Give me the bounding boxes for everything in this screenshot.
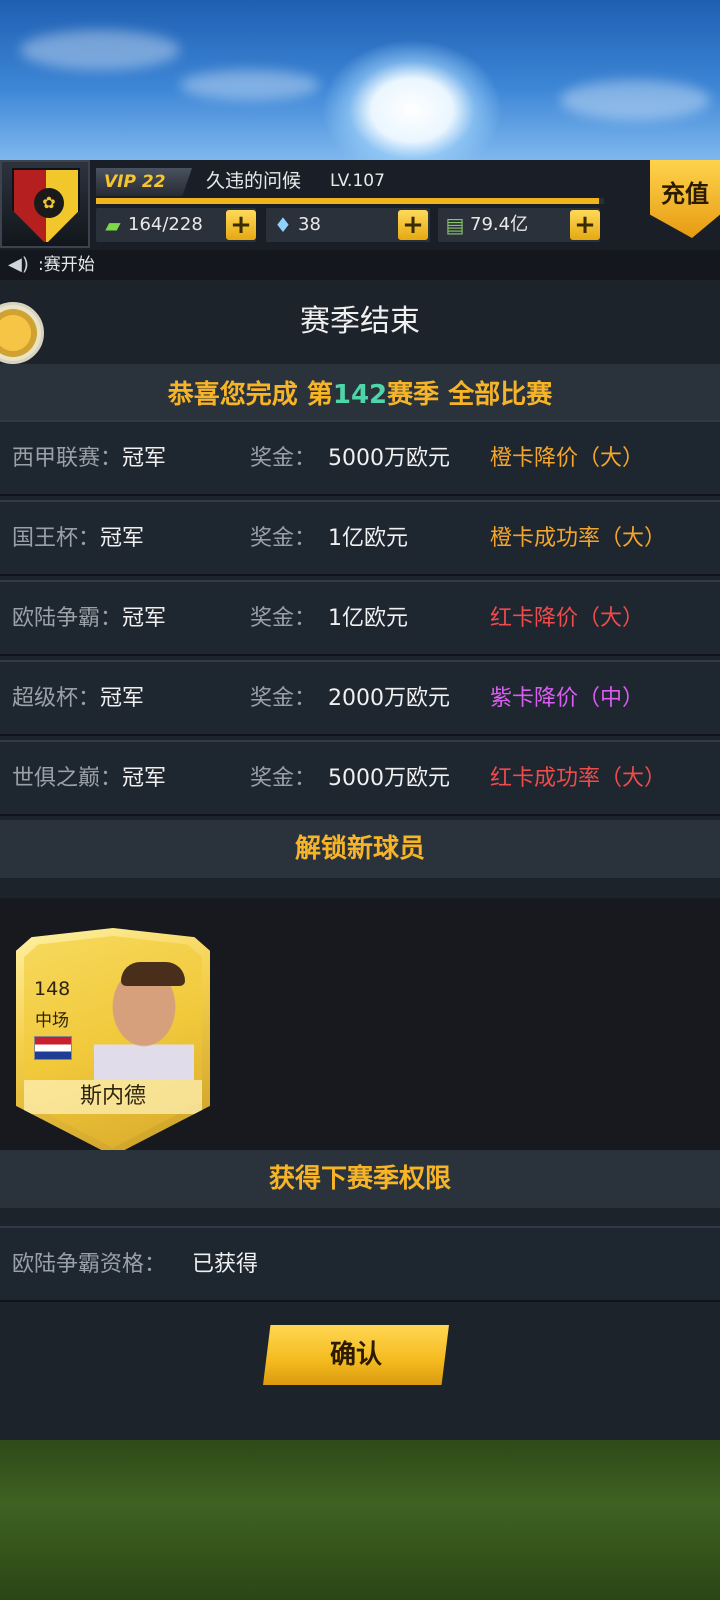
result-row: 国王杯：冠军 奖金： 1亿欧元 橙卡成功率（大）: [0, 500, 720, 576]
league-result: 冠军: [122, 606, 167, 631]
top-status-bar: ✿ VIP 22 久违的问候 LV.107 ▰ 164/228 + ♦ 38 +…: [0, 160, 720, 250]
xp-bar: [96, 198, 604, 204]
prize-amount: 2000万欧元: [328, 686, 450, 711]
panel-title: 赛季结束: [300, 304, 420, 339]
league-result: 冠军: [122, 766, 167, 791]
reward-text: 红卡成功率（大）: [490, 766, 667, 791]
reward-text: 橙卡降价（大）: [490, 446, 645, 471]
player-level: LV.107: [330, 171, 385, 191]
confirm-button[interactable]: 确认: [263, 1325, 449, 1385]
permission-label: 欧陆争霸资格：: [12, 1252, 167, 1277]
permission-heading: 获得下赛季权限: [0, 1150, 720, 1208]
club-badge-icon: ✿: [12, 168, 80, 244]
add-money-button[interactable]: +: [570, 210, 600, 240]
league-name: 国王杯：冠军: [12, 526, 145, 551]
pitch-background: [0, 1440, 720, 1600]
diamond-icon: ♦: [274, 213, 292, 237]
result-row: 西甲联赛：冠军 奖金： 5000万欧元 橙卡降价（大）: [0, 420, 720, 496]
prize-label: 奖金：: [250, 686, 317, 711]
prize-label: 奖金：: [250, 446, 317, 471]
result-row: 世俱之巅：冠军 奖金： 5000万欧元 红卡成功率（大）: [0, 740, 720, 816]
prize-label: 奖金：: [250, 766, 317, 791]
league-name: 世俱之巅：冠军: [12, 766, 167, 791]
season-number: 142: [332, 380, 388, 410]
league-name: 超级杯：冠军: [12, 686, 145, 711]
reward-text: 橙卡成功率（大）: [490, 526, 667, 551]
permission-value: 已获得: [192, 1252, 259, 1277]
prize-amount: 1亿欧元: [328, 606, 408, 631]
season-end-panel: 赛季结束 恭喜您完成 第142赛季 全部比赛 西甲联赛：冠军 奖金： 5000万欧元…: [0, 280, 720, 1440]
netherlands-flag-icon: [34, 1036, 72, 1060]
league-name: 欧陆争霸：冠军: [12, 606, 167, 631]
vip-badge[interactable]: VIP 22: [96, 168, 192, 196]
add-energy-button[interactable]: +: [226, 210, 256, 240]
reward-text: 紫卡降价（中）: [490, 686, 645, 711]
unlock-area: 148 中场 斯内德: [0, 898, 720, 1168]
player-card[interactable]: 148 中场 斯内德: [16, 928, 210, 1156]
congrats-banner: 恭喜您完成 第142赛季 全部比赛: [0, 364, 720, 426]
sky-background: [0, 0, 720, 160]
notice-text: :赛开始: [38, 255, 95, 275]
unlock-heading: 解锁新球员: [0, 820, 720, 878]
speaker-icon: ◀): [8, 254, 29, 275]
prize-amount: 5000万欧元: [328, 446, 450, 471]
prize-label: 奖金：: [250, 526, 317, 551]
result-row: 欧陆争霸：冠军 奖金： 1亿欧元 红卡降价（大）: [0, 580, 720, 656]
result-row: 超级杯：冠军 奖金： 2000万欧元 紫卡降价（中）: [0, 660, 720, 736]
player-position: 中场: [35, 1011, 69, 1031]
prize-label: 奖金：: [250, 606, 317, 631]
notice-bar: ◀) :赛开始: [0, 250, 720, 280]
league-result: 冠军: [100, 686, 145, 711]
money-icon: ▤: [445, 213, 465, 237]
energy-icon: ▰: [105, 213, 121, 237]
add-diamond-button[interactable]: +: [398, 210, 428, 240]
league-name: 西甲联赛：冠军: [12, 446, 167, 471]
player-name: 斯内德: [24, 1080, 202, 1114]
league-result: 冠军: [122, 446, 167, 471]
club-avatar[interactable]: ✿: [0, 160, 90, 248]
prize-amount: 5000万欧元: [328, 766, 450, 791]
permission-row: 欧陆争霸资格： 已获得: [0, 1226, 720, 1302]
recharge-button[interactable]: 充值: [650, 160, 720, 238]
username: 久违的问候: [206, 170, 302, 192]
reward-text: 红卡降价（大）: [490, 606, 645, 631]
energy-value: 164/228: [128, 214, 203, 235]
league-result: 冠军: [100, 526, 145, 551]
player-rating: 148: [34, 978, 71, 1000]
money-value: 79.4亿: [470, 214, 529, 235]
diamond-value: 38: [298, 214, 321, 235]
prize-amount: 1亿欧元: [328, 526, 408, 551]
